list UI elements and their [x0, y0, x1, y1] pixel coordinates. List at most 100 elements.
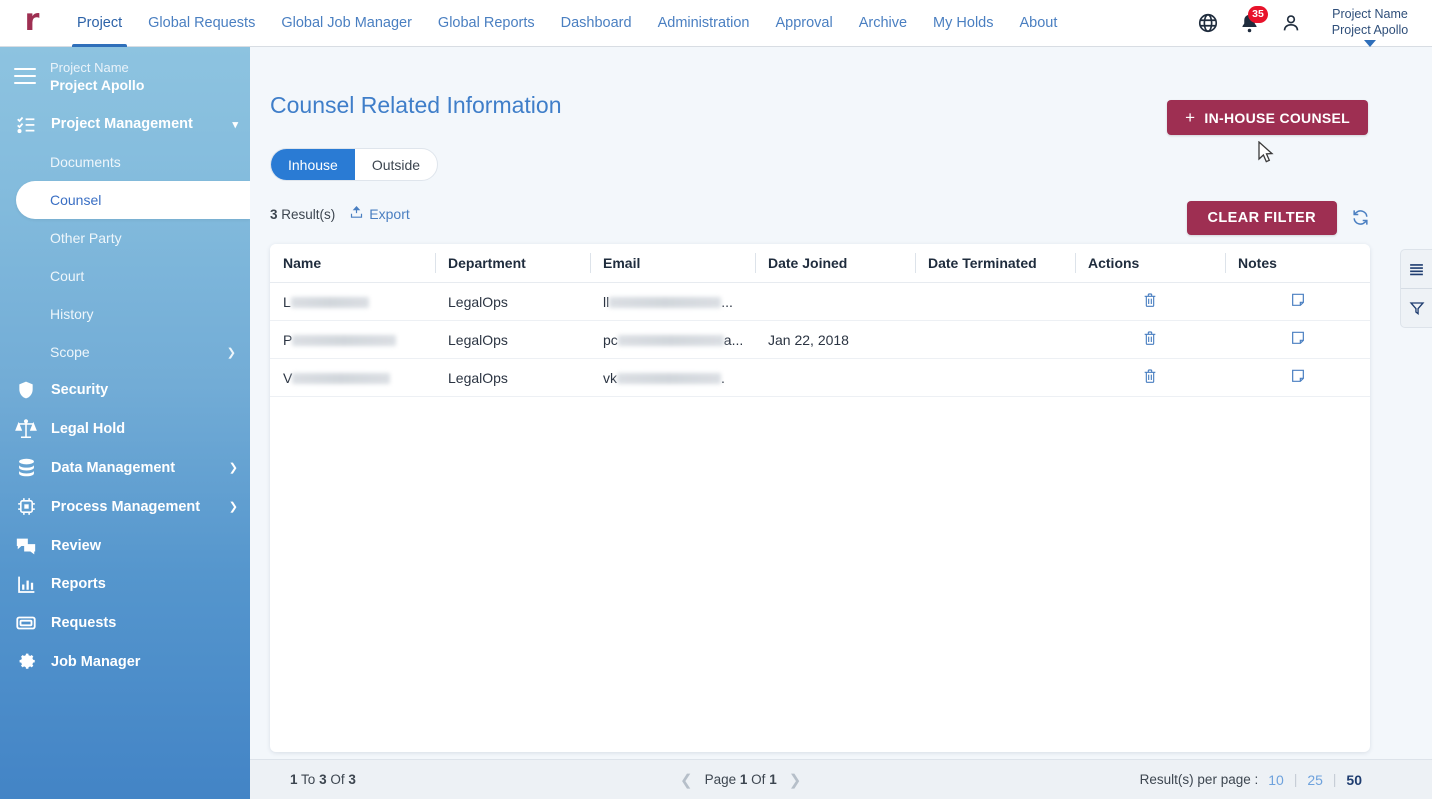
export-label: Export	[369, 206, 410, 222]
sidebar-item-label: Legal Hold	[51, 421, 126, 438]
sidebar-item-label: Process Management	[51, 498, 201, 515]
right-side-rail	[1400, 249, 1432, 328]
sidebar-item-security[interactable]: Security	[0, 371, 250, 410]
sidebar-item-legal-hold[interactable]: Legal Hold	[0, 410, 250, 449]
column-header-date-joined[interactable]: Date Joined	[755, 244, 915, 283]
refresh-icon[interactable]	[1351, 208, 1370, 232]
column-header-name[interactable]: Name	[270, 244, 435, 283]
notifications-button[interactable]: 35	[1239, 5, 1268, 34]
cell-name: L	[270, 282, 435, 321]
cell-name: V	[270, 358, 435, 397]
note-icon[interactable]	[1290, 368, 1306, 384]
note-icon[interactable]	[1290, 292, 1306, 308]
tab-outside[interactable]: Outside	[355, 149, 437, 180]
trash-icon[interactable]	[1142, 368, 1158, 384]
sidebar-item-label: Data Management	[51, 459, 176, 476]
cell-date-joined: Jan 22, 2018	[755, 320, 915, 359]
range-of-word: Of	[330, 772, 345, 787]
project-selector-value: Project Apollo	[1331, 22, 1409, 37]
per-page-option-25[interactable]: 25	[1307, 772, 1323, 788]
trash-icon[interactable]	[1142, 292, 1158, 308]
hamburger-icon[interactable]	[14, 64, 36, 88]
cell-notes	[1225, 320, 1370, 359]
chip-icon	[14, 496, 38, 517]
sidebar-item-label: Other Party	[50, 230, 122, 246]
table-row[interactable]: P LegalOps pc a... Jan 22, 2018	[270, 320, 1370, 359]
nav-item-approval[interactable]: Approval	[762, 0, 845, 47]
cell-email: pc a...	[590, 320, 755, 359]
cell-date-terminated	[915, 320, 1075, 359]
plus-icon: +	[1185, 107, 1196, 127]
chevron-down-icon: ▾	[232, 118, 238, 131]
export-button[interactable]: Export	[349, 205, 410, 223]
nav-item-my-holds[interactable]: My Holds	[920, 0, 1006, 47]
globe-icon[interactable]	[1197, 12, 1219, 34]
sidebar-item-process-management[interactable]: Process Management ❯	[0, 487, 250, 526]
project-selector[interactable]: Project Name Project Apollo	[1322, 6, 1418, 47]
cell-date-joined	[755, 358, 915, 397]
column-header-email[interactable]: Email	[590, 244, 755, 283]
sidebar-item-counsel[interactable]: Counsel	[16, 181, 250, 219]
per-page-option-50[interactable]: 50	[1346, 772, 1362, 788]
sidebar-group-project-management[interactable]: Project Management ▾	[0, 105, 250, 143]
chevron-right-icon[interactable]: ❯	[789, 771, 802, 789]
table-row[interactable]: V LegalOps vk.	[270, 358, 1370, 397]
cell-actions	[1075, 282, 1225, 321]
cell-department: LegalOps	[435, 358, 590, 397]
cell-date-terminated	[915, 358, 1075, 397]
chevron-down-icon	[1364, 39, 1376, 47]
redacted-name	[292, 335, 397, 347]
columns-list-icon[interactable]	[1401, 250, 1432, 288]
sidebar-item-label: Review	[51, 537, 101, 554]
table-row[interactable]: L LegalOps ll...	[270, 282, 1370, 321]
nav-item-administration[interactable]: Administration	[645, 0, 763, 47]
column-header-date-terminated[interactable]: Date Terminated	[915, 244, 1075, 283]
redacted-email	[617, 335, 724, 347]
email-prefix: pc	[603, 331, 618, 348]
sidebar-item-label: Job Manager	[51, 653, 141, 670]
add-in-house-counsel-button[interactable]: + IN-HOUSE COUNSEL	[1167, 100, 1368, 135]
note-icon[interactable]	[1290, 330, 1306, 346]
per-page-option-10[interactable]: 10	[1268, 772, 1284, 788]
cell-date-terminated	[915, 282, 1075, 321]
sidebar-item-requests[interactable]: Requests	[0, 604, 250, 643]
nav-item-dashboard[interactable]: Dashboard	[548, 0, 645, 47]
nav-item-project[interactable]: Project	[64, 0, 135, 47]
bar-chart-icon	[14, 574, 38, 595]
cell-notes	[1225, 282, 1370, 321]
sidebar-item-review[interactable]: Review	[0, 526, 250, 565]
nav-item-global-requests[interactable]: Global Requests	[135, 0, 268, 47]
nav-item-global-reports[interactable]: Global Reports	[425, 0, 548, 47]
column-header-department[interactable]: Department	[435, 244, 590, 283]
nav-item-archive[interactable]: Archive	[846, 0, 920, 47]
sidebar-item-documents[interactable]: Documents	[0, 143, 250, 181]
top-nav-actions: 35 Project Name Project Apollo	[1197, 0, 1432, 47]
sidebar-item-scope[interactable]: Scope ❯	[0, 333, 250, 371]
clear-filter-button[interactable]: CLEAR FILTER	[1186, 201, 1337, 235]
sidebar-item-label: History	[50, 306, 94, 322]
cell-name: P	[270, 320, 435, 359]
chevron-left-icon[interactable]: ❮	[680, 771, 693, 789]
counsel-type-tabs: Inhouse Outside	[270, 148, 439, 181]
cell-department: LegalOps	[435, 320, 590, 359]
pagination: ❮ Page 1 Of 1 ❯	[680, 771, 801, 789]
trash-icon[interactable]	[1142, 330, 1158, 346]
sidebar-item-data-management[interactable]: Data Management ❯	[0, 449, 250, 488]
results-count: 3 Result(s)	[270, 207, 335, 222]
app-logo[interactable]: r	[0, 0, 64, 47]
ticket-icon	[14, 612, 38, 634]
nav-item-about[interactable]: About	[1006, 0, 1070, 47]
sidebar-group-label: Project Management	[51, 116, 193, 132]
add-button-label: IN-HOUSE COUNSEL	[1204, 109, 1350, 126]
sidebar-item-reports[interactable]: Reports	[0, 565, 250, 604]
sidebar-item-history[interactable]: History	[0, 295, 250, 333]
results-row: 3 Result(s) Export	[270, 205, 410, 223]
sidebar-item-court[interactable]: Court	[0, 257, 250, 295]
nav-item-global-job-manager[interactable]: Global Job Manager	[268, 0, 425, 47]
filter-funnel-icon[interactable]	[1401, 289, 1432, 327]
sidebar-item-job-manager[interactable]: Job Manager	[0, 643, 250, 682]
upload-icon	[349, 205, 364, 223]
tab-inhouse[interactable]: Inhouse	[271, 149, 355, 180]
user-profile-icon[interactable]	[1280, 12, 1302, 34]
sidebar-item-other-party[interactable]: Other Party	[0, 219, 250, 257]
